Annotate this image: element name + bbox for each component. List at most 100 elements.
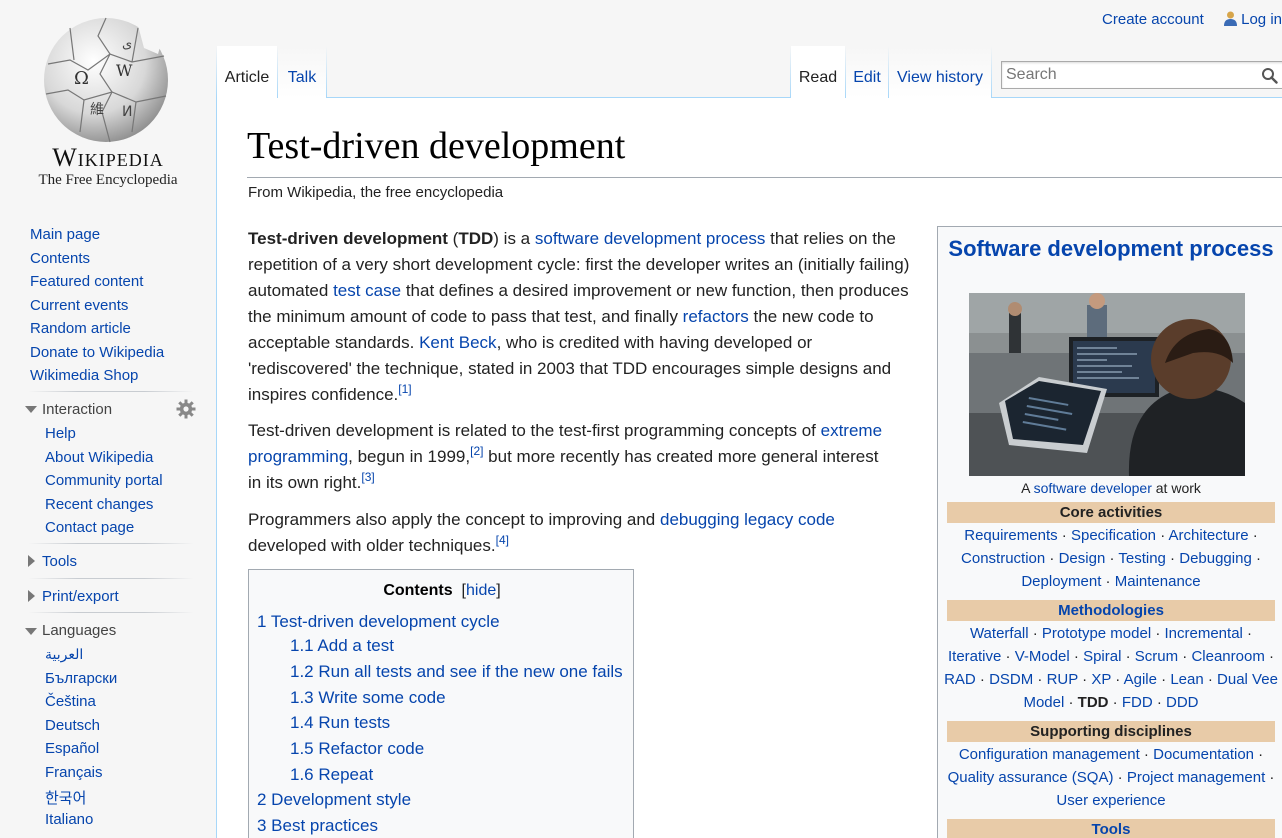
- infobox-link[interactable]: Deployment: [1021, 573, 1101, 590]
- link-software-development-process[interactable]: software development process: [535, 229, 766, 248]
- infobox-link[interactable]: Prototype model: [1042, 625, 1151, 642]
- link-refactors[interactable]: refactors: [683, 307, 749, 326]
- infobox-title[interactable]: Software development process: [938, 235, 1282, 262]
- text: Test-driven development is related to th…: [248, 421, 821, 440]
- sidebar-item-contact-page[interactable]: Contact page: [45, 519, 134, 536]
- separator: ·: [1111, 671, 1124, 688]
- toc-item[interactable]: 1.1 Add a test: [290, 636, 394, 656]
- infobox-link[interactable]: RUP: [1047, 671, 1078, 688]
- tab-talk[interactable]: Talk: [278, 46, 326, 98]
- language-italian[interactable]: Italiano: [45, 811, 93, 828]
- link-methodologies[interactable]: Methodologies: [1058, 602, 1164, 619]
- toc-item[interactable]: 2 Development style: [257, 790, 411, 810]
- log-in-link[interactable]: Log in: [1241, 11, 1282, 28]
- language-arabic[interactable]: العربية: [45, 646, 83, 663]
- infobox-link[interactable]: Cleanroom: [1191, 648, 1264, 665]
- sidebar-item-help[interactable]: Help: [45, 425, 76, 442]
- language-bulgarian[interactable]: Български: [45, 670, 117, 687]
- infobox-link[interactable]: Waterfall: [970, 625, 1029, 642]
- language-czech[interactable]: Čeština: [45, 693, 96, 710]
- developer-photo[interactable]: [969, 293, 1245, 476]
- toc-hide-toggle[interactable]: hide: [466, 582, 496, 599]
- language-german[interactable]: Deutsch: [45, 717, 100, 734]
- infobox-link[interactable]: Agile: [1124, 671, 1157, 688]
- reference-link[interactable]: [3]: [361, 470, 374, 484]
- infobox-link[interactable]: Documentation: [1153, 746, 1254, 763]
- link-debugging-legacy-code[interactable]: debugging legacy code: [660, 510, 835, 529]
- search-icon[interactable]: [1261, 67, 1278, 84]
- tab-article[interactable]: Article: [217, 46, 277, 98]
- infobox-link[interactable]: DDD: [1166, 694, 1199, 711]
- sidebar-item-main-page[interactable]: Main page: [30, 226, 100, 243]
- tools-heading[interactable]: Tools: [42, 553, 77, 570]
- sidebar-item-random-article[interactable]: Random article: [30, 320, 131, 337]
- svg-text:И: И: [122, 104, 132, 120]
- link-tools[interactable]: Tools: [1092, 821, 1131, 838]
- sidebar-item-recent-changes[interactable]: Recent changes: [45, 496, 153, 513]
- toc-item[interactable]: 1.6 Repeat: [290, 765, 373, 785]
- portal-divider: [28, 578, 194, 579]
- tab-read[interactable]: Read: [791, 46, 845, 98]
- collapse-arrow-icon[interactable]: [25, 628, 37, 635]
- toc-item[interactable]: 1 Test-driven development cycle: [257, 612, 500, 632]
- infobox-link[interactable]: Requirements: [964, 527, 1057, 544]
- link-kent-beck[interactable]: Kent Beck: [419, 333, 497, 352]
- interaction-heading[interactable]: Interaction: [42, 401, 112, 418]
- infobox-link[interactable]: DSDM: [989, 671, 1033, 688]
- toc-item[interactable]: 1.3 Write some code: [290, 688, 446, 708]
- infobox-link[interactable]: Configuration management: [959, 746, 1140, 763]
- expand-arrow-icon[interactable]: [28, 590, 35, 602]
- link-test-case[interactable]: test case: [333, 281, 401, 300]
- infobox-link[interactable]: Project management: [1127, 769, 1265, 786]
- infobox-link[interactable]: Spiral: [1083, 648, 1121, 665]
- infobox-link[interactable]: V-Model: [1015, 648, 1070, 665]
- infobox-link[interactable]: Scrum: [1135, 648, 1178, 665]
- tab-view-history[interactable]: View history: [889, 46, 991, 98]
- title-underline: [247, 177, 1282, 178]
- infobox-link[interactable]: Debugging: [1179, 550, 1252, 567]
- infobox-link[interactable]: Maintenance: [1115, 573, 1201, 590]
- infobox-link[interactable]: User experience: [1056, 792, 1165, 809]
- infobox-link[interactable]: Design: [1059, 550, 1106, 567]
- create-account-link[interactable]: Create account: [1102, 11, 1204, 28]
- collapse-arrow-icon[interactable]: [25, 406, 37, 413]
- paragraph-intro: Test-driven development (TDD) is a softw…: [248, 226, 918, 408]
- infobox-link[interactable]: Incremental: [1165, 625, 1243, 642]
- infobox-link[interactable]: XP: [1091, 671, 1111, 688]
- languages-heading[interactable]: Languages: [42, 622, 116, 639]
- sidebar-item-donate[interactable]: Donate to Wikipedia: [30, 344, 164, 361]
- sidebar-item-current-events[interactable]: Current events: [30, 297, 128, 314]
- infobox-link[interactable]: Architecture: [1169, 527, 1249, 544]
- search-input[interactable]: [1006, 63, 1256, 87]
- sidebar-item-wikimedia-shop[interactable]: Wikimedia Shop: [30, 367, 138, 384]
- language-korean[interactable]: 한국어: [45, 787, 86, 808]
- infobox-link[interactable]: Lean: [1170, 671, 1203, 688]
- sidebar-item-featured-content[interactable]: Featured content: [30, 273, 143, 290]
- infobox-link[interactable]: Testing: [1118, 550, 1166, 567]
- infobox-link[interactable]: Iterative: [948, 648, 1001, 665]
- expand-arrow-icon[interactable]: [28, 555, 35, 567]
- toc-item[interactable]: 1.4 Run tests: [290, 713, 390, 733]
- link-software-developer[interactable]: software developer: [1034, 480, 1152, 496]
- sidebar-item-about-wikipedia[interactable]: About Wikipedia: [45, 449, 153, 466]
- infobox-link[interactable]: Specification: [1071, 527, 1156, 544]
- reference-link[interactable]: [4]: [496, 533, 509, 547]
- infobox-link[interactable]: RAD: [944, 671, 976, 688]
- gear-icon[interactable]: [176, 399, 196, 419]
- paragraph-related: Test-driven development is related to th…: [248, 418, 888, 496]
- wikipedia-logo[interactable]: Ω W 維 ی И Wikipedia The Free Encyclopedi…: [0, 0, 216, 200]
- sidebar-item-contents[interactable]: Contents: [30, 250, 90, 267]
- print-export-heading[interactable]: Print/export: [42, 588, 119, 605]
- infobox-link[interactable]: Quality assurance (SQA): [948, 769, 1114, 786]
- infobox-link[interactable]: FDD: [1122, 694, 1153, 711]
- language-french[interactable]: Français: [45, 764, 103, 781]
- sidebar-item-community-portal[interactable]: Community portal: [45, 472, 163, 489]
- language-spanish[interactable]: Español: [45, 740, 99, 757]
- infobox-link[interactable]: Construction: [961, 550, 1045, 567]
- toc-item[interactable]: 3 Best practices: [257, 816, 378, 836]
- tab-edit[interactable]: Edit: [846, 46, 888, 98]
- toc-item[interactable]: 1.5 Refactor code: [290, 739, 424, 759]
- reference-link[interactable]: [1]: [398, 382, 411, 396]
- reference-link[interactable]: [2]: [470, 444, 483, 458]
- toc-item[interactable]: 1.2 Run all tests and see if the new one…: [290, 662, 623, 682]
